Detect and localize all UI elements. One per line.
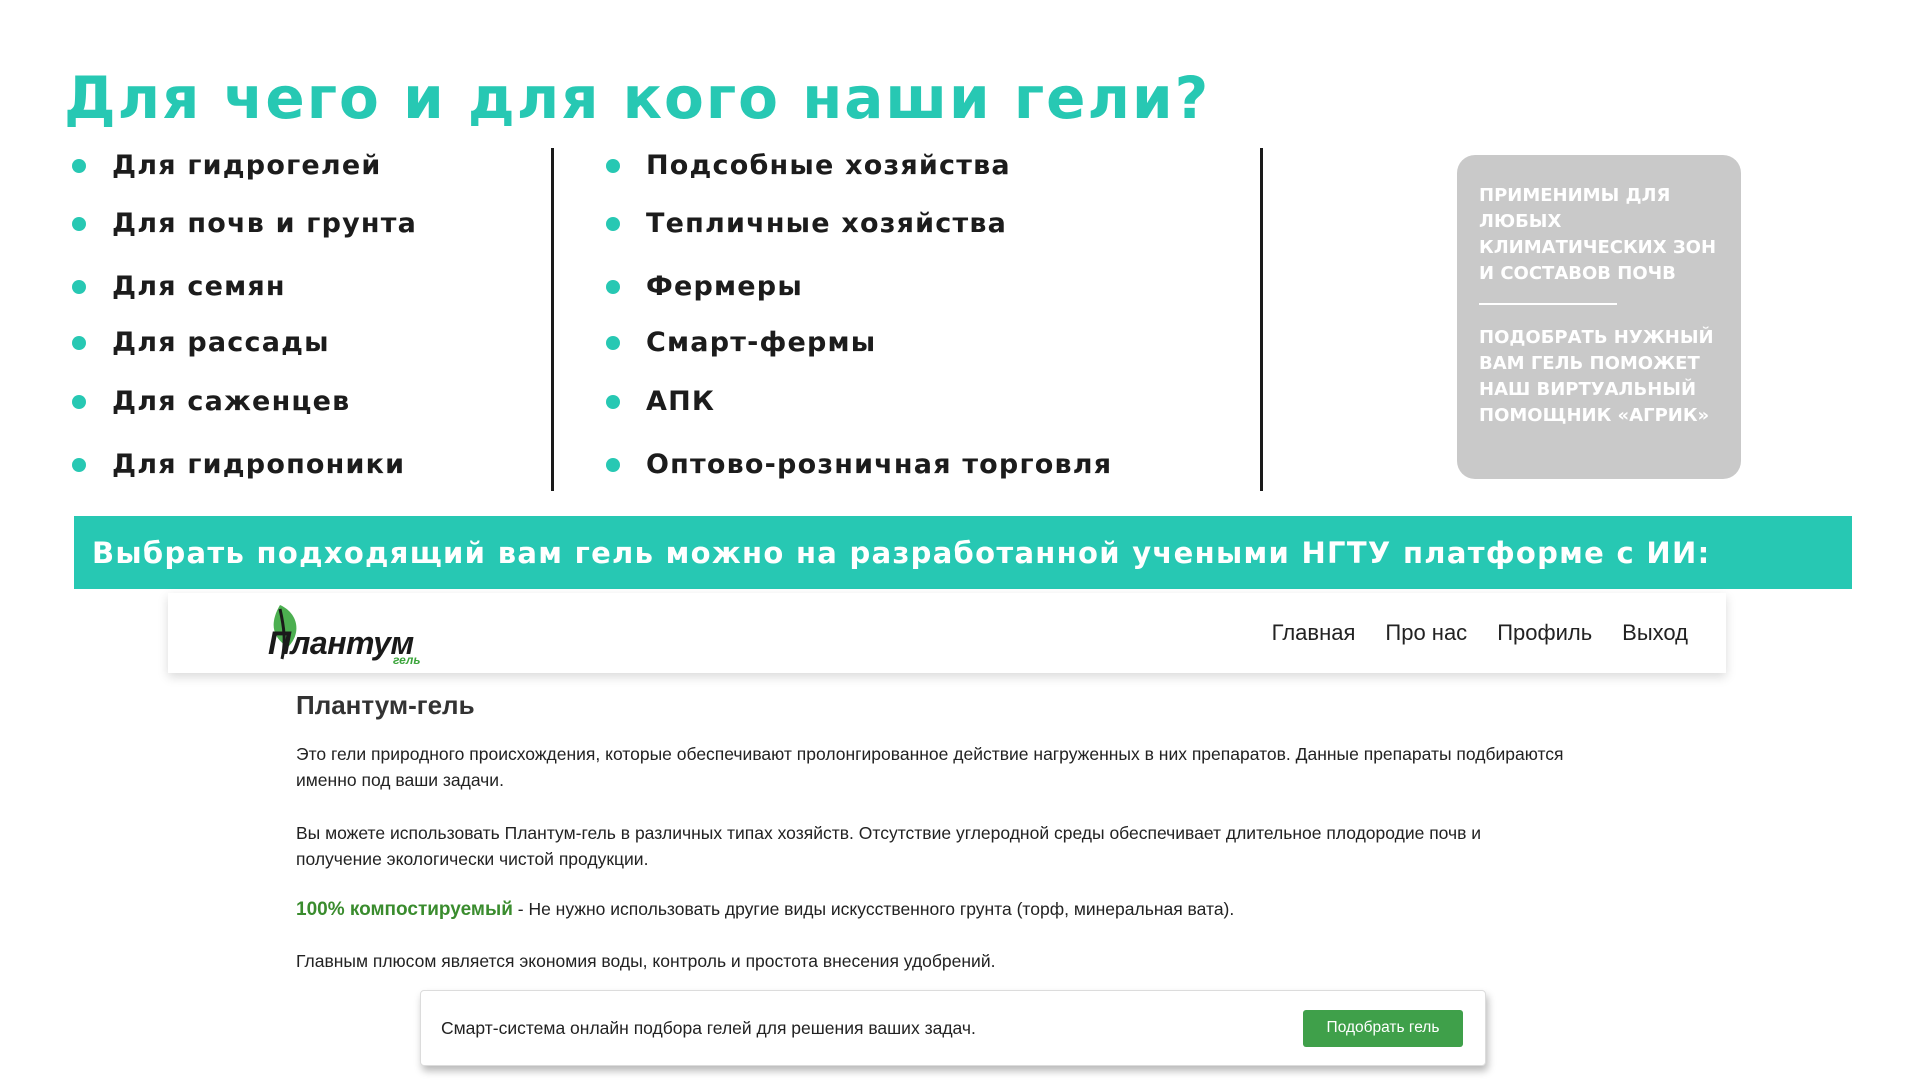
bullet-dot-icon	[606, 216, 620, 231]
list-item: Для гидрогелей	[72, 150, 382, 181]
bullet-dot-icon	[606, 394, 620, 409]
list-item: Фермеры	[606, 271, 803, 302]
banner-text: Выбрать подходящий вам гель можно на раз…	[92, 535, 1711, 570]
logo-text: Плантум	[268, 625, 414, 661]
column-divider	[1260, 148, 1263, 491]
info-card-text: Подобрать нужный вам гель поможет наш ви…	[1479, 327, 1714, 426]
compostable-highlight: 100% компостируемый	[296, 899, 513, 920]
bullet-dot-icon	[606, 158, 620, 173]
list-item: Оптово-розничная торговля	[606, 449, 1112, 480]
bullet-dot-icon	[72, 158, 86, 173]
site-header: Плантум гель Главная Про нас Профиль Вых…	[168, 593, 1726, 673]
page-content: Плантум-гель Это гели природного происхо…	[296, 690, 1596, 971]
list-item: Для почв и грунта	[72, 208, 417, 239]
compostable-text: - Не нужно использовать другие виды иску…	[512, 899, 1235, 919]
nav-about[interactable]: Про нас	[1385, 620, 1467, 646]
info-card: Применимы для любых климатических зон и …	[1457, 155, 1741, 479]
bullet-dot-icon	[72, 279, 86, 294]
list-item: Смарт-фермы	[606, 327, 876, 358]
info-card-text: Применимы для любых климатических зон и …	[1479, 185, 1717, 284]
slide-title: Для чего и для кого наши гели?	[64, 64, 1211, 132]
bullet-dot-icon	[72, 457, 86, 472]
nav-logout[interactable]: Выход	[1622, 620, 1688, 646]
logo-subtext: гель	[393, 653, 421, 667]
bullet-dot-icon	[72, 394, 86, 409]
cta-box: Смарт-система онлайн подбора гелей для р…	[420, 990, 1486, 1066]
list-item: Для саженцев	[72, 386, 350, 417]
list-item: Для семян	[72, 271, 286, 302]
compostable-paragraph: 100% компостируемый - Не нужно использов…	[296, 896, 1566, 923]
info-card-divider	[1479, 303, 1617, 305]
select-gel-button[interactable]: Подобрать гель	[1303, 1009, 1463, 1047]
bullet-dot-icon	[606, 457, 620, 472]
cta-text: Смарт-система онлайн подбора гелей для р…	[441, 1017, 976, 1038]
list-item: Для гидропоники	[72, 449, 405, 480]
main-nav: Главная Про нас Профиль Выход	[1272, 593, 1688, 673]
bullet-dot-icon	[606, 279, 620, 294]
benefit-paragraph: Главным плюсом является экономия воды, к…	[296, 951, 996, 971]
nav-profile[interactable]: Профиль	[1497, 620, 1592, 646]
bullet-dot-icon	[72, 216, 86, 231]
site-logo[interactable]: Плантум гель	[258, 601, 458, 667]
list-item: Подсобные хозяйства	[606, 150, 1011, 181]
usage-paragraph: Вы можете использовать Плантум-гель в ра…	[296, 823, 1482, 869]
bullet-dot-icon	[606, 335, 620, 350]
page-title: Плантум-гель	[296, 690, 475, 720]
nav-home[interactable]: Главная	[1272, 620, 1356, 646]
list-item: Для рассады	[72, 327, 330, 358]
list-item: АПК	[606, 386, 715, 417]
platform-banner: Выбрать подходящий вам гель можно на раз…	[74, 516, 1852, 589]
list-item: Тепличные хозяйства	[606, 208, 1007, 239]
column-divider	[551, 148, 554, 491]
intro-paragraph: Это гели природного происхождения, котор…	[296, 744, 1564, 790]
bullet-dot-icon	[72, 335, 86, 350]
